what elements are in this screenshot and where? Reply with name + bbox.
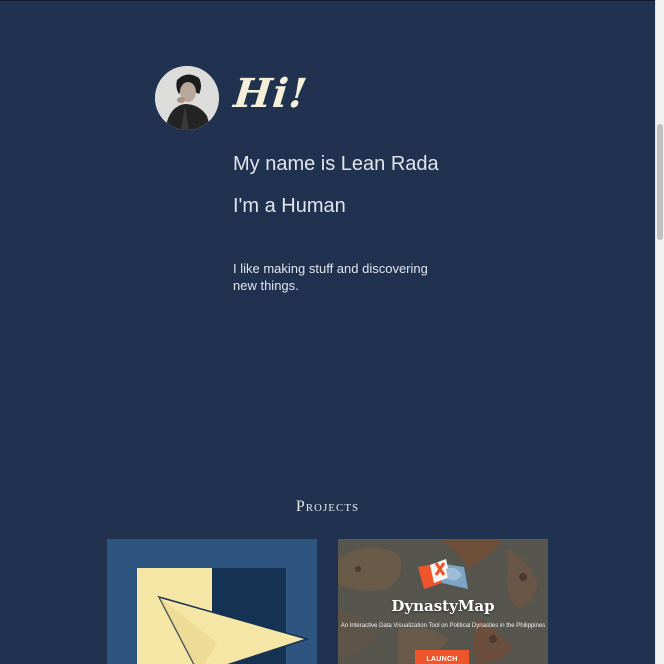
project-card-1[interactable] [107,539,317,664]
project-subtitle: An Interactive Data Visualization Tool o… [340,623,546,629]
identity-text: I'm a Human [233,195,346,217]
bio-text: I like making stuff and discovering new … [233,261,428,293]
project-title: DynastyMap [391,597,495,615]
project-card-dynastymap[interactable]: DynastyMap An Interactive Data Visualiza… [338,539,548,664]
scrollbar-thumb[interactable] [657,124,663,240]
top-border [0,0,655,1]
page: Hi! My name is Lean Rada I'm a Human I l… [0,0,664,664]
projects-heading: Projects [295,498,360,515]
name-text: My name is Lean Rada [233,153,439,175]
paper-plane-icon [107,539,317,664]
launch-button[interactable]: LAUNCH [415,650,469,664]
scrollbar[interactable] [655,0,664,664]
map-flag-icon [418,559,468,589]
greeting-heading: Hi! [231,70,311,117]
avatar-portrait [155,66,219,130]
avatar [155,66,219,130]
